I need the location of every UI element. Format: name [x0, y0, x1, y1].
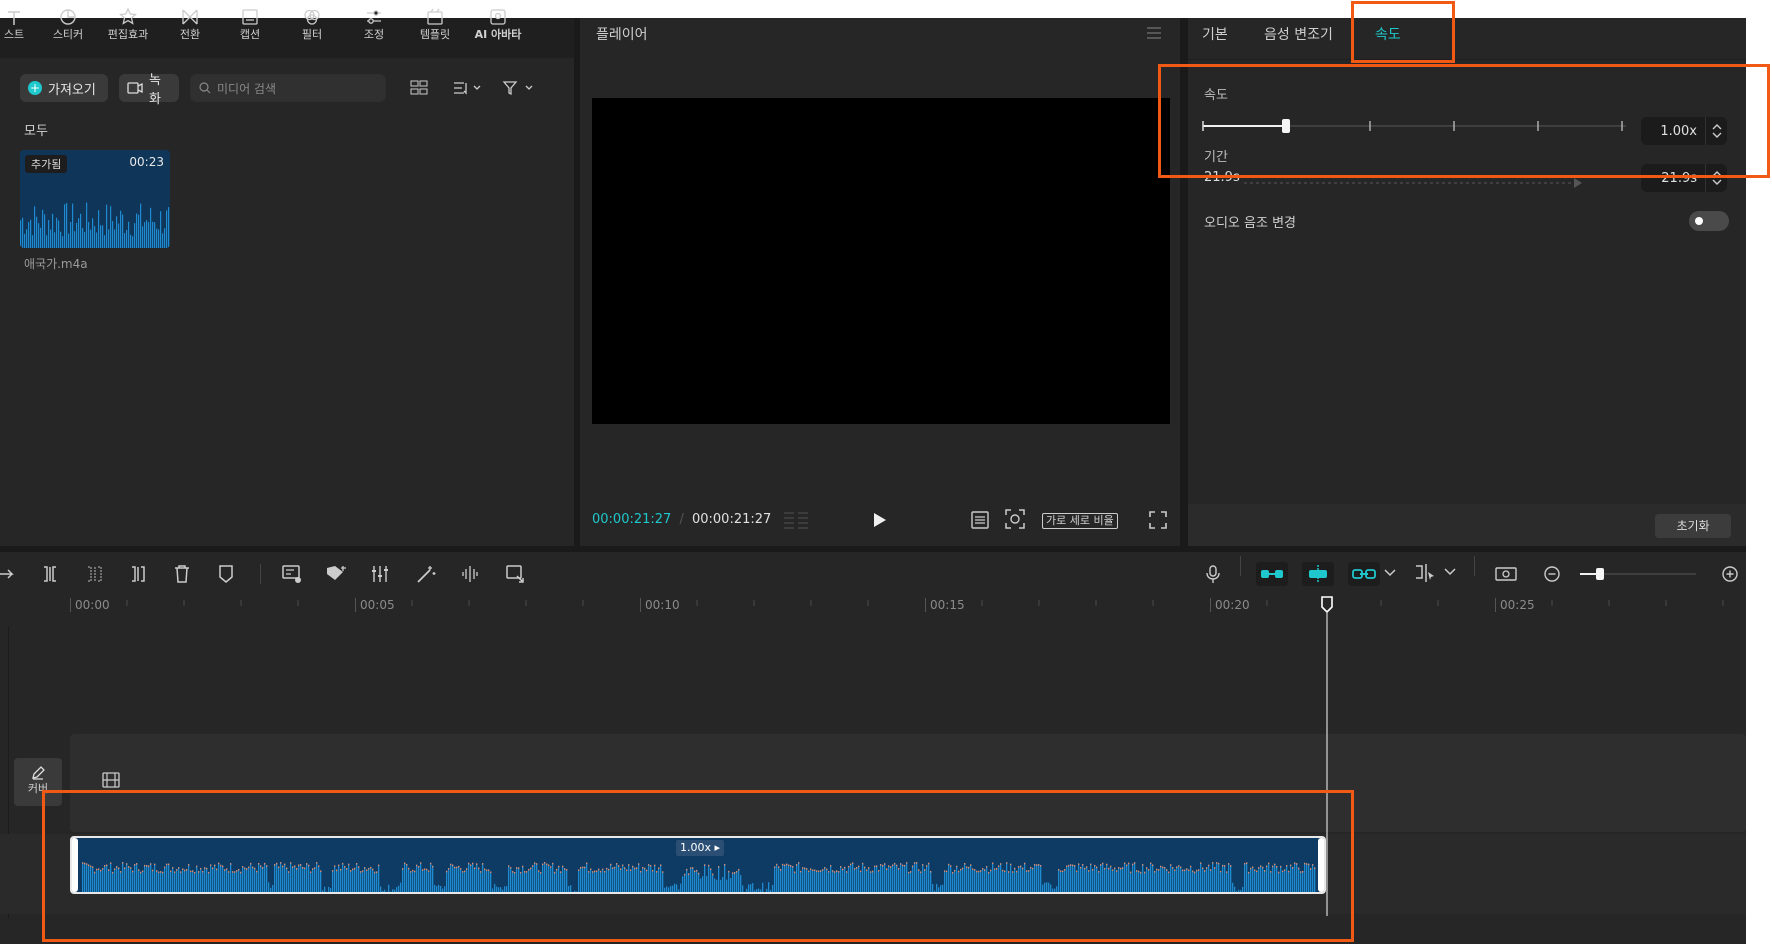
menu-icon[interactable]	[1146, 26, 1162, 40]
zoom-in-icon[interactable]	[1718, 562, 1742, 586]
ruler-label: 00:05	[355, 598, 395, 612]
tools-tabs: 스트 스티커 편집효과 전환 캡션 필터 조정 템플릿 AI 아바타	[0, 0, 574, 58]
toggle-knob	[1695, 217, 1703, 225]
search-icon	[199, 82, 211, 94]
tab-adjust[interactable]: 조정	[344, 6, 404, 42]
split-left-icon[interactable]	[82, 562, 106, 586]
toolbar-divider	[1474, 556, 1475, 576]
tab-ai-avatar[interactable]: AI 아바타	[468, 6, 528, 42]
edit-icon	[31, 766, 45, 780]
highlight-audio-clip	[42, 790, 1354, 942]
record-button[interactable]: 녹화	[119, 73, 179, 107]
total-time: 00:00:21:27	[691, 512, 772, 527]
zoom-out-icon[interactable]	[1540, 562, 1564, 586]
play-icon[interactable]	[873, 512, 887, 528]
media-item-thumbnail[interactable]: 추가됨 00:23	[20, 150, 170, 248]
fullscreen-icon[interactable]	[1148, 510, 1168, 530]
player-panel: 플레이어 00:00:21:27 / 00:00:21:27 가로 세로 비율	[580, 18, 1180, 546]
tab-basic[interactable]: 기본	[1202, 24, 1228, 44]
media-duration: 00:23	[129, 155, 164, 169]
fit-timeline-icon[interactable]	[1494, 562, 1518, 586]
toolbar-divider	[1240, 556, 1241, 576]
aspect-ratio-button[interactable]: 가로 세로 비율	[1042, 513, 1118, 529]
pitch-toggle[interactable]	[1689, 211, 1729, 231]
category-all[interactable]: 모두	[24, 120, 48, 139]
video-preview[interactable]	[592, 98, 1170, 424]
tab-sticker[interactable]: 스티커	[38, 6, 98, 42]
tab-template[interactable]: 템플릿	[405, 6, 465, 42]
media-search-input[interactable]: 미디어 검색	[190, 74, 386, 102]
grid-view-icon[interactable]	[410, 80, 428, 96]
microphone-icon[interactable]	[1201, 562, 1225, 586]
current-time: 00:00:21:27	[592, 512, 672, 527]
ruler-label: 00:20	[1210, 598, 1250, 612]
media-panel: + 가져오기 녹화 미디어 검색 모두 추가됨 00:23 애국가.m4a	[0, 58, 574, 546]
main-track-magnet-icon[interactable]	[1256, 562, 1288, 586]
layout-icon[interactable]	[970, 510, 990, 530]
ruler-label: 00:00	[70, 598, 110, 612]
timeline-toolbar	[0, 546, 1746, 590]
import-button[interactable]: + 가져오기	[20, 74, 108, 102]
tab-filter[interactable]: 필터	[282, 6, 342, 42]
audio-split-icon[interactable]	[458, 562, 482, 586]
replace-icon[interactable]	[504, 562, 528, 586]
tab-caption[interactable]: 캡션	[220, 6, 280, 42]
template-icon	[405, 6, 465, 26]
zoom-frame-icon[interactable]	[1004, 508, 1026, 530]
auto-caption-icon[interactable]	[280, 562, 304, 586]
player-title: 플레이어	[596, 27, 648, 43]
tab-transition[interactable]: 전환	[160, 6, 220, 42]
highlight-speed-tab	[1351, 1, 1455, 63]
tab-effects[interactable]: 편집효과	[98, 6, 158, 42]
tag-icon[interactable]	[324, 562, 348, 586]
caption-icon	[220, 6, 280, 26]
preview-axis-icon[interactable]	[1414, 562, 1456, 582]
adjust-icon	[344, 6, 404, 26]
pitch-label: 오디오 음조 변경	[1204, 216, 1296, 231]
link-icon[interactable]	[1348, 562, 1380, 586]
reset-button[interactable]: 초기화	[1655, 514, 1731, 538]
time-separator: /	[679, 512, 684, 527]
tab-voice-changer[interactable]: 음성 변조기	[1264, 24, 1333, 44]
sticker-icon	[38, 6, 98, 26]
split-icon[interactable]	[38, 562, 62, 586]
media-filename[interactable]: 애국가.m4a	[24, 255, 88, 272]
magic-wand-icon[interactable]	[414, 562, 438, 586]
ai-avatar-icon	[468, 6, 528, 26]
zoom-slider[interactable]	[1578, 566, 1698, 582]
ruler-label: 00:15	[925, 598, 965, 612]
redo-icon[interactable]	[0, 562, 18, 586]
transition-icon	[160, 6, 220, 26]
film-strip-icon	[102, 772, 120, 788]
ruler-label: 00:10	[640, 598, 680, 612]
delete-icon[interactable]	[170, 562, 194, 586]
highlight-speed-control	[1158, 64, 1770, 178]
plus-icon: +	[28, 81, 42, 95]
auto-snap-icon[interactable]	[1302, 562, 1334, 586]
camera-icon	[127, 82, 143, 94]
filter-icon	[282, 6, 342, 26]
audio-mixer-icon[interactable]	[368, 562, 392, 586]
split-right-icon[interactable]	[126, 562, 150, 586]
frame-list-icon[interactable]	[782, 510, 810, 530]
chevron-down-icon[interactable]	[1384, 568, 1396, 578]
filter-sort-icon[interactable]	[502, 80, 536, 96]
marker-icon[interactable]	[214, 562, 238, 586]
ruler-label: 00:25	[1495, 598, 1535, 612]
effects-icon	[98, 6, 158, 26]
player-timecode: 00:00:21:27 / 00:00:21:27	[592, 512, 771, 527]
toolbar-divider	[260, 564, 261, 584]
thumbnail-waveform	[20, 202, 170, 248]
status-badge: 추가됨	[25, 155, 68, 173]
duration-arrow	[1244, 178, 1584, 188]
sort-icon[interactable]	[452, 80, 484, 96]
